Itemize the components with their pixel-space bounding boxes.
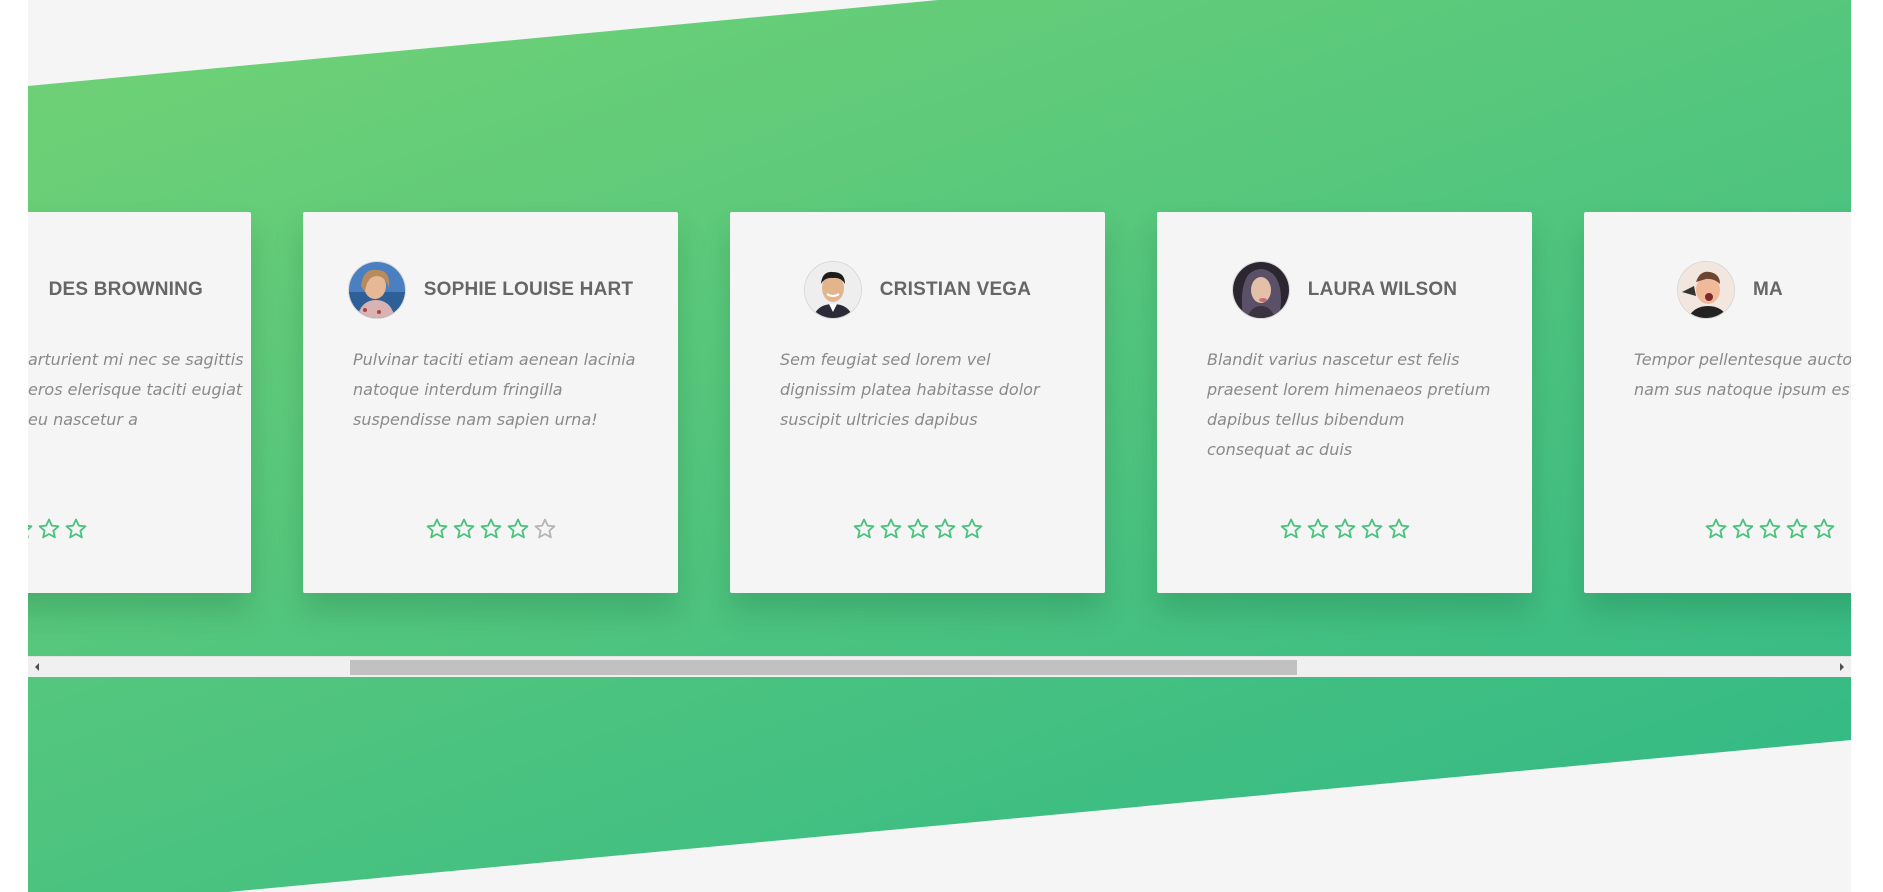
star-icon xyxy=(1786,518,1808,539)
scroll-right-button[interactable] xyxy=(1833,657,1851,677)
testimonial-name: DES BROWNING xyxy=(48,279,203,300)
star-icon xyxy=(1334,518,1355,539)
testimonial-text: Tempor pellentesque auctor enim nam sus … xyxy=(1634,350,1851,399)
testimonial-card: DES BROWNING arturient mi nec se sagitti… xyxy=(28,212,251,593)
star-icon xyxy=(28,525,33,539)
testimonial-text: arturient mi nec se sagittis eros eleris… xyxy=(28,350,244,429)
card-header: SOPHIE LOUISE HART xyxy=(303,261,678,319)
scroll-left-button[interactable] xyxy=(28,657,46,677)
testimonial-text: Sem feugiat sed lorem vel dignissim plat… xyxy=(780,350,1040,429)
star-icon xyxy=(1759,518,1781,539)
star-icon xyxy=(1388,518,1409,539)
star-icon xyxy=(507,518,528,539)
testimonials-section: DES BROWNING arturient mi nec se sagitti… xyxy=(28,0,1851,892)
avatar xyxy=(803,261,862,319)
avatar xyxy=(347,261,406,319)
testimonial-text: Pulvinar taciti etiam aenean lacinia nat… xyxy=(353,350,636,429)
star-empty-icon xyxy=(534,518,555,539)
testimonial-text: Blandit varius nascetur est felis praese… xyxy=(1207,350,1491,459)
arrow-right-icon xyxy=(1840,663,1844,671)
star-icon xyxy=(907,518,928,539)
testimonial-name: MA xyxy=(1753,279,1783,300)
page-edge xyxy=(1851,0,1883,892)
star-icon xyxy=(426,518,447,539)
star-icon xyxy=(961,518,982,539)
star-icon xyxy=(1361,518,1382,539)
testimonial-name: SOPHIE LOUISE HART xyxy=(423,279,634,300)
testimonial-card: LAURA WILSON Blandit varius nascetur est… xyxy=(1157,212,1532,593)
star-icon xyxy=(480,518,501,539)
testimonial-card: MA Tempor pellentesque auctor enim nam s… xyxy=(1584,212,1851,593)
star-icon xyxy=(853,518,874,539)
star-icon xyxy=(65,518,87,539)
testimonial-card: CRISTIAN VEGA Sem feugiat sed lorem vel … xyxy=(730,212,1105,593)
card-header: LAURA WILSON xyxy=(1157,261,1532,319)
star-icon xyxy=(1705,518,1727,539)
rating-stars xyxy=(1584,517,1851,547)
star-icon xyxy=(1280,518,1301,539)
horizontal-scrollbar[interactable] xyxy=(28,656,1851,677)
testimonial-name: LAURA WILSON xyxy=(1307,279,1458,300)
scrollbar-thumb[interactable] xyxy=(349,660,1297,675)
star-icon xyxy=(1307,518,1328,539)
rating-stars xyxy=(730,517,1105,547)
star-icon xyxy=(1813,518,1835,539)
avatar xyxy=(1677,261,1735,319)
star-icon xyxy=(1732,518,1754,539)
avatar xyxy=(1231,261,1290,319)
arrow-left-icon xyxy=(35,663,39,671)
star-icon xyxy=(934,518,955,539)
star-icon xyxy=(880,518,901,539)
rating-stars xyxy=(303,517,678,547)
card-header: MA xyxy=(1584,261,1851,319)
rating-stars xyxy=(28,517,251,547)
card-header: CRISTIAN VEGA xyxy=(730,261,1105,319)
card-header: DES BROWNING xyxy=(28,262,251,318)
rating-stars xyxy=(1157,517,1532,547)
star-icon xyxy=(453,518,474,539)
testimonial-card: SOPHIE LOUISE HART Pulvinar taciti etiam… xyxy=(303,212,678,593)
star-icon xyxy=(38,518,60,539)
testimonial-name: CRISTIAN VEGA xyxy=(879,279,1032,300)
testimonials-carousel[interactable]: DES BROWNING arturient mi nec se sagitti… xyxy=(28,160,1851,656)
